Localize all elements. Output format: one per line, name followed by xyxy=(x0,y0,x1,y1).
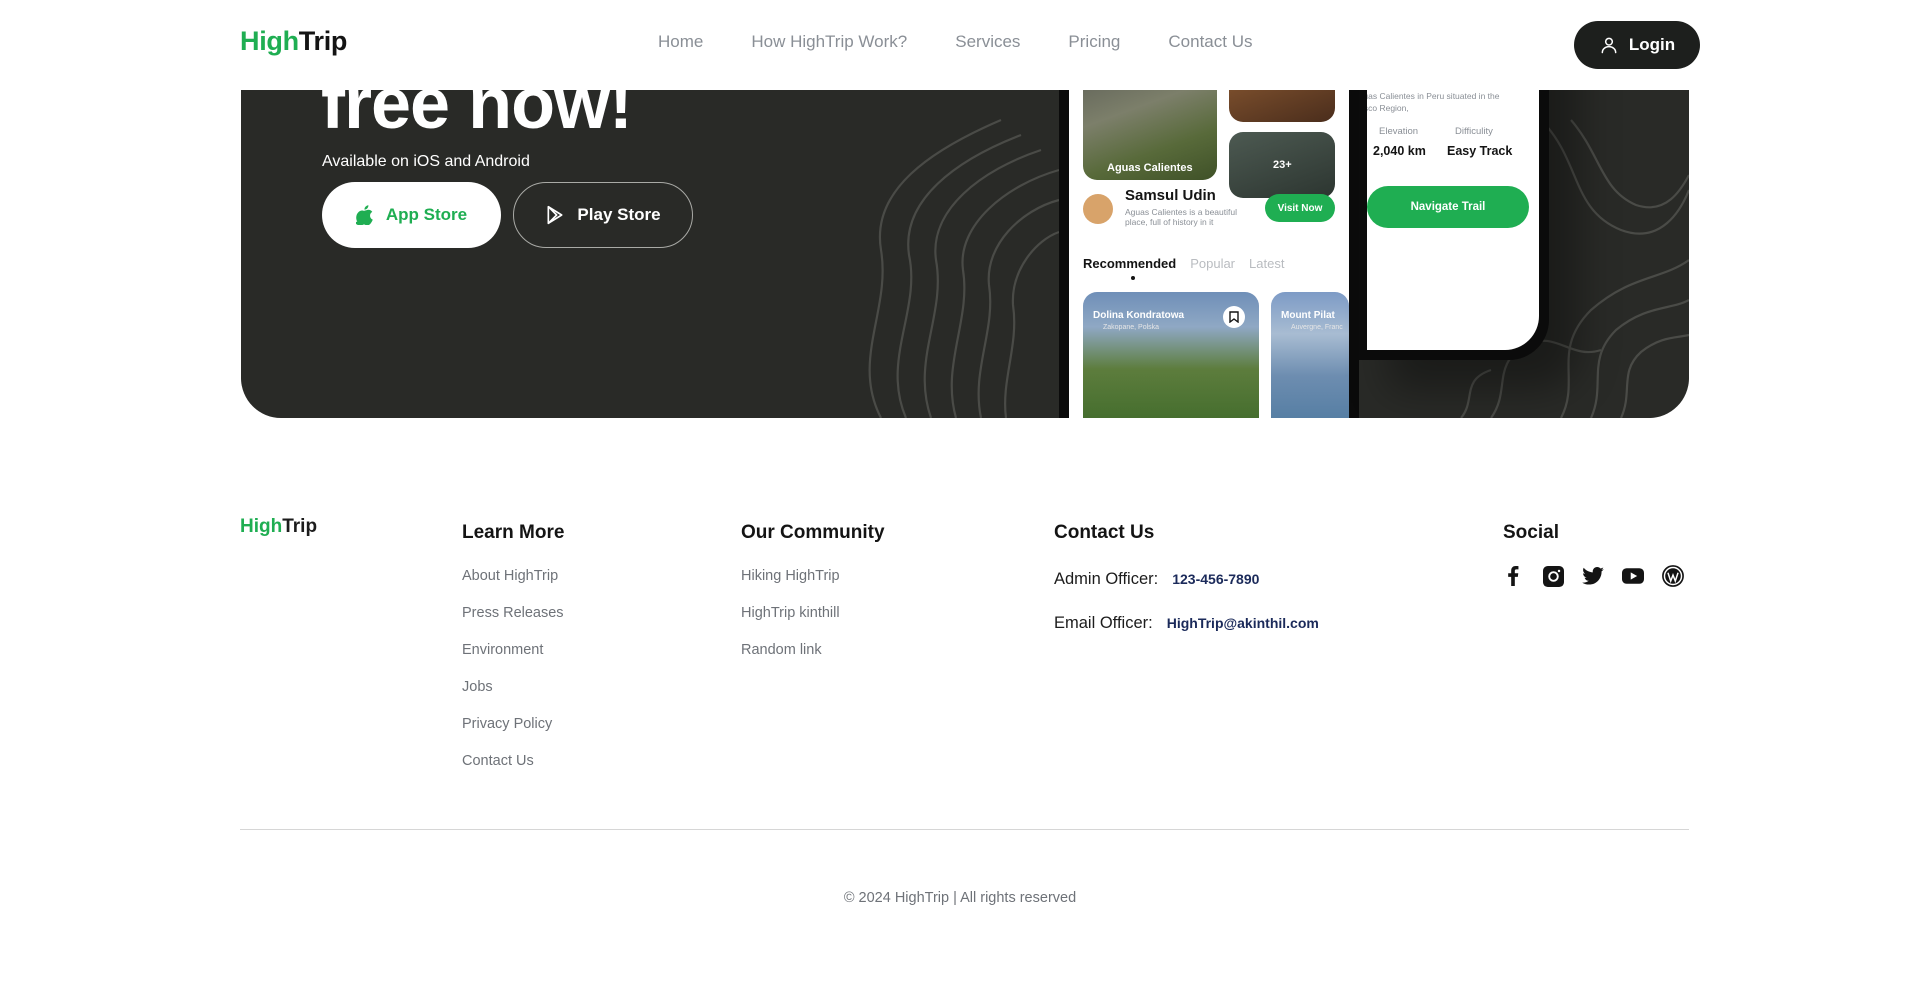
social-heading: Social xyxy=(1503,522,1559,543)
contact-heading: Contact Us xyxy=(1054,522,1155,543)
footer-link-kinthill[interactable]: HighTrip kinthill xyxy=(741,605,840,642)
thumb-label-aguas-calientes: Aguas Calientes xyxy=(1107,162,1193,174)
difficulty-label: Difficulity xyxy=(1455,126,1493,137)
trail-card-location: Auvergne, Franc xyxy=(1291,324,1343,331)
footer-link-random[interactable]: Random link xyxy=(741,642,840,679)
wordpress-icon[interactable] xyxy=(1662,565,1684,587)
login-button[interactable]: Login xyxy=(1574,21,1700,69)
play-store-button[interactable]: Play Store xyxy=(513,182,693,248)
nav-services[interactable]: Services xyxy=(955,32,1020,52)
logo-part-high: High xyxy=(240,26,299,56)
logo-part-high: High xyxy=(240,516,283,537)
admin-contact-row: Admin Officer: 123-456-7890 xyxy=(1054,570,1259,589)
logo-part-trip: Trip xyxy=(282,516,318,537)
email-address[interactable]: HighTrip@akinthil.com xyxy=(1167,615,1319,631)
nav-contact-us[interactable]: Contact Us xyxy=(1168,32,1252,52)
admin-phone[interactable]: 123-456-7890 xyxy=(1172,571,1259,587)
trail-card-title: Mount Pilat xyxy=(1281,310,1335,321)
more-photos-count: 23+ xyxy=(1273,159,1292,171)
community-heading: Our Community xyxy=(741,522,885,543)
nav-pricing[interactable]: Pricing xyxy=(1068,32,1120,52)
instagram-icon[interactable] xyxy=(1542,565,1564,587)
navigate-trail-button[interactable]: Navigate Trail xyxy=(1367,186,1529,228)
main-nav: Home How HighTrip Work? Services Pricing… xyxy=(658,32,1252,52)
app-store-button[interactable]: App Store xyxy=(322,182,501,248)
logo[interactable]: HighTrip xyxy=(240,26,347,57)
trail-card-title: Dolina Kondratowa xyxy=(1093,310,1185,321)
learn-more-heading: Learn More xyxy=(462,522,565,543)
footer-link-contact[interactable]: Contact Us xyxy=(462,753,564,790)
copyright-text: © 2024 HighTrip | All rights reserved xyxy=(843,890,1077,906)
footer-link-jobs[interactable]: Jobs xyxy=(462,679,564,716)
logo-part-trip: Trip xyxy=(298,26,348,56)
admin-label: Admin Officer: xyxy=(1054,570,1159,588)
footer-link-about[interactable]: About HighTrip xyxy=(462,568,564,605)
nav-how-it-works[interactable]: How HighTrip Work? xyxy=(751,32,907,52)
footer-logo[interactable]: HighTrip xyxy=(240,516,317,538)
elevation-value: 2,040 km xyxy=(1373,144,1426,158)
download-app-banner: free now! Available on iOS and Android A… xyxy=(241,60,1689,418)
phone-main-screen: Aguas Calientes 23+ Samsul Udin Aguas Ca… xyxy=(1069,60,1349,418)
difficulty-value: Easy Track xyxy=(1447,144,1513,158)
app-store-label: App Store xyxy=(385,205,468,224)
avatar xyxy=(1083,194,1113,224)
footer-link-privacy[interactable]: Privacy Policy xyxy=(462,716,564,753)
footer-link-environment[interactable]: Environment xyxy=(462,642,564,679)
login-label: Login xyxy=(1628,35,1676,54)
active-tab-indicator xyxy=(1131,276,1135,280)
community-links: Hiking HighTrip HighTrip kinthill Random… xyxy=(741,568,840,679)
footer-divider xyxy=(240,829,1689,830)
nav-home[interactable]: Home xyxy=(658,32,703,52)
footer-link-hiking[interactable]: Hiking HighTrip xyxy=(741,568,840,605)
person-description: Aguas Calientes is a beautiful place, fu… xyxy=(1125,207,1237,228)
user-icon xyxy=(1601,37,1617,54)
phone-tabs: Recommended Popular Latest xyxy=(1083,256,1284,271)
footer-link-press[interactable]: Press Releases xyxy=(462,605,564,642)
bookmark-icon[interactable] xyxy=(1223,306,1245,328)
youtube-icon[interactable] xyxy=(1622,565,1644,587)
phone-detail-screen: Machupicchu Pueblo, also known as Aguas … xyxy=(1367,60,1539,350)
elevation-label: Elevation xyxy=(1379,126,1419,137)
facebook-icon[interactable] xyxy=(1502,565,1524,587)
tab-latest[interactable]: Latest xyxy=(1249,256,1284,271)
cta-subtext: Available on iOS and Android xyxy=(322,153,530,170)
site-header: HighTrip Home How HighTrip Work? Service… xyxy=(0,0,1920,90)
tab-popular[interactable]: Popular xyxy=(1190,256,1235,271)
visit-now-button[interactable]: Visit Now xyxy=(1265,194,1335,222)
play-store-label: Play Store xyxy=(577,205,661,224)
email-label: Email Officer: xyxy=(1054,614,1153,632)
email-contact-row: Email Officer: HighTrip@akinthil.com xyxy=(1054,614,1319,633)
person-name: Samsul Udin xyxy=(1125,187,1216,204)
tab-recommended[interactable]: Recommended xyxy=(1083,256,1176,271)
play-store-icon xyxy=(547,205,563,225)
twitter-icon[interactable] xyxy=(1582,565,1604,587)
apple-icon xyxy=(355,205,373,225)
learn-more-links: About HighTrip Press Releases Environmen… xyxy=(462,568,564,790)
trail-card-location: Zakopane, Polska xyxy=(1103,324,1160,331)
social-icons xyxy=(1502,565,1684,587)
